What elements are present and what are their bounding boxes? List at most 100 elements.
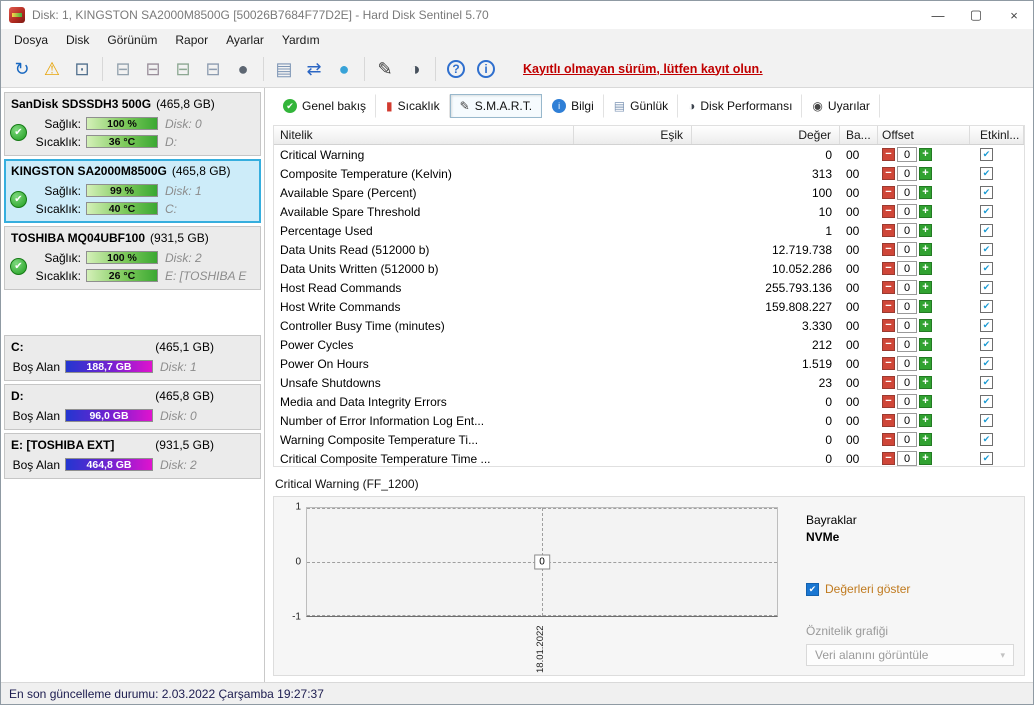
enabled-checkbox[interactable] <box>980 205 993 218</box>
menu-rapor[interactable]: Rapor <box>166 31 217 49</box>
enabled-checkbox[interactable] <box>980 243 993 256</box>
enabled-checkbox[interactable] <box>980 433 993 446</box>
smart-table-row[interactable]: Available Spare Threshold 10 00 − 0 + <box>274 202 1024 221</box>
offset-increase-button[interactable]: + <box>919 205 932 218</box>
tab-alerts[interactable]: ◉ Uyarılar <box>802 94 880 118</box>
smart-table-row[interactable]: Critical Warning 0 00 − 0 + <box>274 145 1024 164</box>
offset-increase-button[interactable]: + <box>919 319 932 332</box>
offset-decrease-button[interactable]: − <box>882 205 895 218</box>
offset-increase-button[interactable]: + <box>919 148 932 161</box>
offset-decrease-button[interactable]: − <box>882 224 895 237</box>
enabled-checkbox[interactable] <box>980 281 993 294</box>
sync-button[interactable]: ⇄ <box>299 54 329 84</box>
offset-increase-button[interactable]: + <box>919 376 932 389</box>
warning-status-button[interactable]: ⚠ <box>37 54 67 84</box>
offset-increase-button[interactable]: + <box>919 281 932 294</box>
offset-decrease-button[interactable]: − <box>882 148 895 161</box>
tab-performance[interactable]: ◑ Disk Performansı <box>678 94 802 118</box>
info-button[interactable]: i <box>471 54 501 84</box>
offset-increase-button[interactable]: + <box>919 186 932 199</box>
offset-increase-button[interactable]: + <box>919 167 932 180</box>
offset-decrease-button[interactable]: − <box>882 338 895 351</box>
data-area-dropdown[interactable]: Veri alanını görüntüle ▾ <box>806 644 1014 666</box>
smart-table-row[interactable]: Power On Hours 1.519 00 − 0 + <box>274 354 1024 373</box>
col-enabled[interactable]: Etkinl... <box>970 126 1024 144</box>
smart-table-row[interactable]: Power Cycles 212 00 − 0 + <box>274 335 1024 354</box>
enabled-checkbox[interactable] <box>980 414 993 427</box>
smart-table-row[interactable]: Controller Busy Time (minutes) 3.330 00 … <box>274 316 1024 335</box>
disk-accept-button[interactable]: ⊟ <box>168 54 198 84</box>
maximize-button[interactable]: ▢ <box>957 1 995 29</box>
disk-item[interactable]: TOSHIBA MQ04UBF100(931,5 GB) Sağlık: 100… <box>4 226 261 290</box>
smart-table-row[interactable]: Host Write Commands 159.808.227 00 − 0 + <box>274 297 1024 316</box>
offset-decrease-button[interactable]: − <box>882 414 895 427</box>
show-values-checkbox[interactable] <box>806 583 819 596</box>
smart-table-row[interactable]: Data Units Read (512000 b) 12.719.738 00… <box>274 240 1024 259</box>
menu-dosya[interactable]: Dosya <box>5 31 57 49</box>
register-link[interactable]: Kayıtlı olmayan sürüm, lütfen kayıt olun… <box>523 62 763 76</box>
help-button[interactable]: ? <box>441 54 471 84</box>
menu-ayarlar[interactable]: Ayarlar <box>217 31 273 49</box>
offset-decrease-button[interactable]: − <box>882 281 895 294</box>
partition-item[interactable]: D: (465,8 GB) Boş Alan 96,0 GB Disk: 0 <box>4 384 261 430</box>
enabled-checkbox[interactable] <box>980 376 993 389</box>
enabled-checkbox[interactable] <box>980 148 993 161</box>
enabled-checkbox[interactable] <box>980 224 993 237</box>
col-offset[interactable]: Offset <box>878 126 970 144</box>
enabled-checkbox[interactable] <box>980 319 993 332</box>
menu-görünüm[interactable]: Görünüm <box>98 31 166 49</box>
smart-table-row[interactable]: Data Units Written (512000 b) 10.052.286… <box>274 259 1024 278</box>
col-threshold[interactable]: Eşik <box>574 126 692 144</box>
refresh-button[interactable]: ↻ <box>7 54 37 84</box>
tab-temperature[interactable]: ▮ Sıcaklık <box>376 94 450 118</box>
offset-decrease-button[interactable]: − <box>882 167 895 180</box>
disk-dark-button[interactable]: ● <box>228 54 258 84</box>
partition-item[interactable]: E: [TOSHIBA EXT] (931,5 GB) Boş Alan 464… <box>4 433 261 479</box>
surface-test-button[interactable]: ✎ <box>370 54 400 84</box>
enabled-checkbox[interactable] <box>980 186 993 199</box>
menu-disk[interactable]: Disk <box>57 31 98 49</box>
tab-log[interactable]: ▤ Günlük <box>604 94 678 118</box>
smart-table-row[interactable]: Composite Temperature (Kelvin) 313 00 − … <box>274 164 1024 183</box>
enabled-checkbox[interactable] <box>980 300 993 313</box>
offset-decrease-button[interactable]: − <box>882 376 895 389</box>
enabled-checkbox[interactable] <box>980 395 993 408</box>
col-attribute[interactable]: Nitelik <box>274 126 574 144</box>
enabled-checkbox[interactable] <box>980 167 993 180</box>
chart-plot[interactable]: 0 <box>306 507 778 617</box>
offset-increase-button[interactable]: + <box>919 414 932 427</box>
offset-increase-button[interactable]: + <box>919 433 932 446</box>
enabled-checkbox[interactable] <box>980 262 993 275</box>
menu-yardım[interactable]: Yardım <box>273 31 329 49</box>
offset-increase-button[interactable]: + <box>919 395 932 408</box>
tab-overview[interactable]: ✔ Genel bakış <box>273 94 376 118</box>
performance-gauge-button[interactable]: ◑ <box>400 54 430 84</box>
offset-decrease-button[interactable]: − <box>882 433 895 446</box>
disk-item[interactable]: SanDisk SDSSDH3 500G(465,8 GB) Sağlık: 1… <box>4 92 261 156</box>
disk-detect-button[interactable]: ⊟ <box>108 54 138 84</box>
smart-table-row[interactable]: Number of Error Information Log Ent... 0… <box>274 411 1024 430</box>
offset-decrease-button[interactable]: − <box>882 452 895 465</box>
smart-table-row[interactable]: Critical Composite Temperature Time ... … <box>274 449 1024 467</box>
network-button[interactable]: ● <box>329 54 359 84</box>
offset-increase-button[interactable]: + <box>919 338 932 351</box>
disk-scan-button[interactable]: ⊟ <box>198 54 228 84</box>
disk-remove-button[interactable]: ⊟ <box>138 54 168 84</box>
smart-table-row[interactable]: Percentage Used 1 00 − 0 + <box>274 221 1024 240</box>
partition-item[interactable]: C: (465,1 GB) Boş Alan 188,7 GB Disk: 1 <box>4 335 261 381</box>
enabled-checkbox[interactable] <box>980 338 993 351</box>
offset-decrease-button[interactable]: − <box>882 243 895 256</box>
offset-increase-button[interactable]: + <box>919 262 932 275</box>
disk-item[interactable]: KINGSTON SA2000M8500G(465,8 GB) Sağlık: … <box>4 159 261 223</box>
minimize-button[interactable]: — <box>919 1 957 29</box>
smart-table-row[interactable]: Unsafe Shutdowns 23 00 − 0 + <box>274 373 1024 392</box>
tab-smart[interactable]: ✎ S.M.A.R.T. <box>450 94 542 118</box>
offset-decrease-button[interactable]: − <box>882 186 895 199</box>
smart-table-row[interactable]: Media and Data Integrity Errors 0 00 − 0… <box>274 392 1024 411</box>
offset-decrease-button[interactable]: − <box>882 262 895 275</box>
monitor-button[interactable]: ⊡ <box>67 54 97 84</box>
offset-increase-button[interactable]: + <box>919 243 932 256</box>
report-button[interactable]: ▤ <box>269 54 299 84</box>
offset-increase-button[interactable]: + <box>919 357 932 370</box>
col-ba[interactable]: Ba... <box>840 126 878 144</box>
